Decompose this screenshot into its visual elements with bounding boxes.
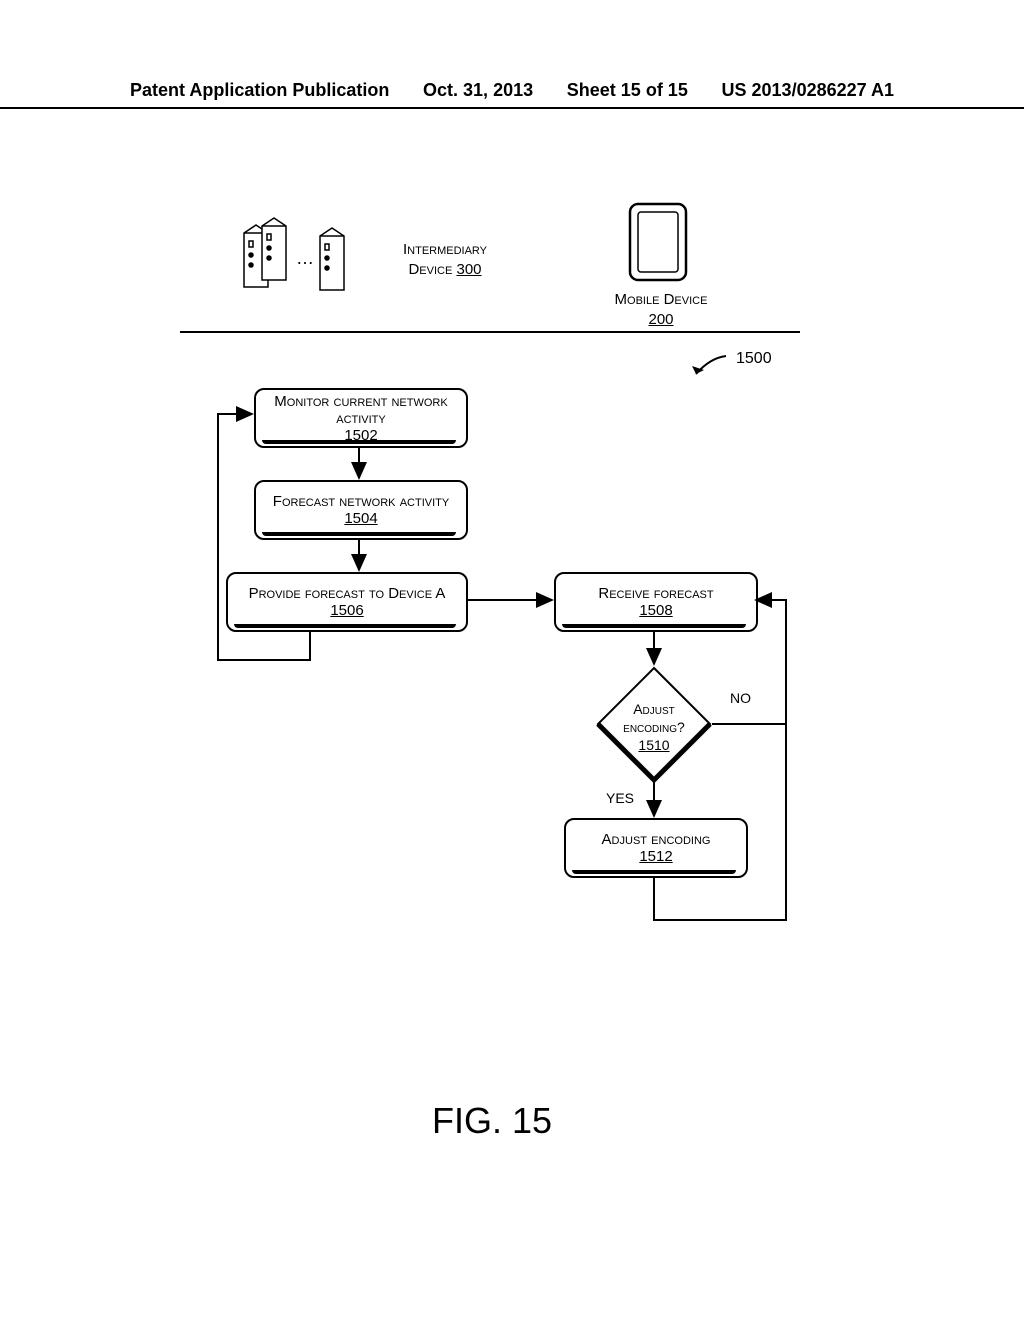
decision-text-l1: Adjust xyxy=(633,701,675,717)
diagram-canvas: … Intermediary Device 300 Mobile Device … xyxy=(0,0,1024,1320)
arrows xyxy=(0,0,1024,1000)
figure-caption: FIG. 15 xyxy=(432,1100,552,1142)
decision-num: 1510 xyxy=(638,737,669,753)
decision-text-l2: encoding? xyxy=(623,719,685,735)
